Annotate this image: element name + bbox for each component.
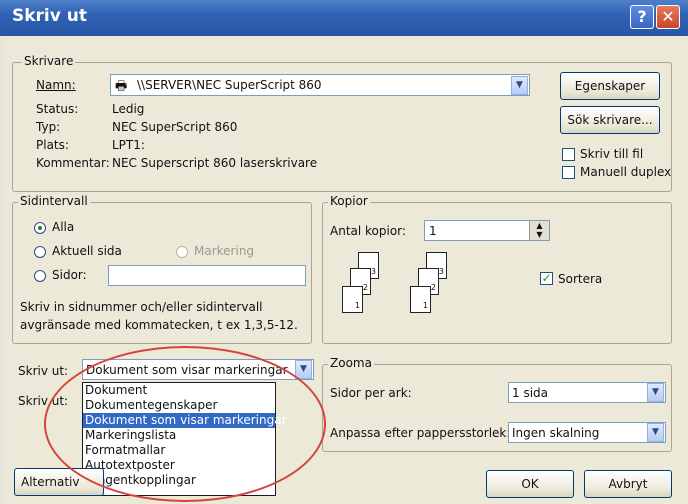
- location-value: LPT1:: [112, 138, 145, 152]
- print-what-label: Skriv ut:: [18, 364, 69, 378]
- print-to-file-label: Skriv till fil: [580, 147, 644, 161]
- chevron-down-icon[interactable]: ▼: [511, 76, 528, 95]
- page-number: 3: [370, 267, 376, 276]
- status-value: Ledig: [112, 102, 145, 116]
- copies-count-label: Antal kopior:: [330, 224, 406, 238]
- selection-label: Markering: [194, 244, 255, 258]
- printer-group-label: Skrivare: [22, 54, 76, 68]
- page-number: 1: [422, 301, 428, 310]
- page-icon: 1: [342, 286, 363, 313]
- scale-label: Anpassa efter pappersstorlek:: [330, 426, 511, 440]
- manual-duplex-checkbox[interactable]: [562, 166, 575, 179]
- collate-label: Sortera: [558, 272, 603, 286]
- copies-spinner[interactable]: ▲ ▼: [529, 221, 549, 240]
- page-number: 2: [362, 283, 368, 292]
- printer-name-value: \\SERVER\NEC SuperScript 860: [137, 78, 322, 92]
- find-printer-button[interactable]: Sök skrivare...: [560, 106, 660, 134]
- chevron-down-icon[interactable]: ▼: [647, 383, 664, 402]
- pages-help-line1: Skriv in sidnummer och/eller sidinterval…: [20, 300, 263, 314]
- copies-group-label: Kopior: [328, 194, 370, 208]
- printer-name-label: Namn:: [36, 78, 76, 92]
- chevron-down-icon[interactable]: ▼: [647, 423, 664, 442]
- page-number: 3: [438, 267, 444, 276]
- pages-per-sheet-label: Sidor per ark:: [330, 386, 412, 400]
- selection-radio[interactable]: [176, 246, 188, 258]
- type-value: NEC SuperScript 860: [112, 120, 238, 134]
- scale-value: Ingen skalning: [512, 426, 600, 440]
- printer-icon: 🖶: [115, 79, 128, 94]
- pages-radio[interactable]: [34, 270, 46, 282]
- collate-illustration: 3 2 1 3 2 1: [340, 252, 470, 322]
- all-pages-label: Alla: [52, 220, 75, 234]
- all-pages-radio[interactable]: [34, 222, 46, 234]
- close-icon: ✕: [661, 7, 675, 26]
- collate-checkbox[interactable]: ✓: [540, 272, 553, 285]
- copies-count-value: 1: [429, 224, 437, 238]
- options-button-label: Alternativ: [21, 475, 80, 489]
- help-button[interactable]: ?: [630, 5, 654, 29]
- status-label: Status:: [36, 102, 79, 116]
- copies-count-input[interactable]: 1 ▲ ▼: [424, 220, 550, 241]
- current-page-radio[interactable]: [34, 246, 46, 258]
- type-label: Typ:: [36, 120, 61, 134]
- page-number: 2: [430, 283, 436, 292]
- highlight-annotation: [44, 346, 326, 502]
- title-bar: Skriv ut ? ✕: [0, 0, 688, 36]
- properties-button[interactable]: Egenskaper: [560, 72, 660, 100]
- page-icon: 1: [410, 286, 431, 313]
- comment-label: Kommentar:: [36, 156, 110, 170]
- help-icon: ?: [637, 7, 647, 26]
- manual-duplex-label: Manuell duplex: [580, 165, 672, 179]
- location-label: Plats:: [36, 138, 69, 152]
- page-range-group-label: Sidintervall: [18, 194, 90, 208]
- pages-input[interactable]: [108, 265, 306, 286]
- cancel-button[interactable]: Avbryt: [584, 470, 672, 498]
- print-to-file-checkbox[interactable]: [562, 148, 575, 161]
- comment-value: NEC Superscript 860 laserskrivare: [112, 156, 318, 170]
- printer-name-select[interactable]: 🖶 \\SERVER\NEC SuperScript 860 ▼: [110, 74, 530, 96]
- current-page-label: Aktuell sida: [52, 244, 122, 258]
- ok-button[interactable]: OK: [486, 470, 574, 498]
- scale-select[interactable]: Ingen skalning ▼: [508, 422, 666, 443]
- pages-help-line2: avgränsade med kommatecken, t ex 1,3,5-1…: [20, 318, 298, 332]
- pages-label: Sidor:: [52, 268, 87, 282]
- window-title: Skriv ut: [12, 6, 87, 26]
- page-number: 1: [354, 301, 360, 310]
- pages-per-sheet-value: 1 sida: [512, 386, 549, 400]
- close-button[interactable]: ✕: [656, 5, 680, 29]
- zoom-group-label: Zooma: [328, 356, 374, 370]
- pages-per-sheet-select[interactable]: 1 sida ▼: [508, 382, 666, 403]
